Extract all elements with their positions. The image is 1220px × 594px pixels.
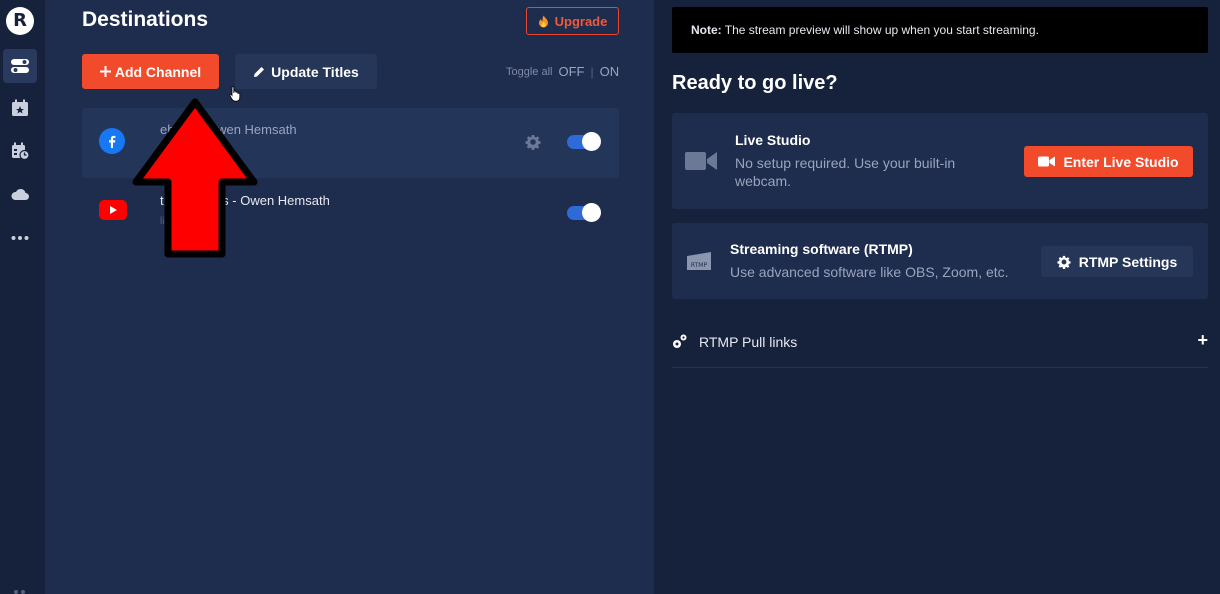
rtmp-description: Use advanced software like OBS, Zoom, et… — [730, 264, 1009, 280]
ready-title: Ready to go live? — [672, 72, 838, 94]
note-text: The stream preview will show up when you… — [721, 23, 1039, 37]
live-studio-title: Live Studio — [735, 132, 811, 148]
toggle-all-off-button[interactable]: OFF — [558, 64, 584, 79]
stream-preview-note: Note: The stream preview will show up wh… — [672, 7, 1208, 53]
video-camera-icon — [685, 152, 717, 170]
enter-live-studio-label: Enter Live Studio — [1063, 153, 1179, 170]
sidebar-item-destinations[interactable] — [3, 49, 37, 83]
more-dots-icon — [11, 236, 29, 240]
sidebar: R — [0, 0, 46, 594]
upgrade-label: Upgrade — [554, 13, 608, 29]
rtmp-pull-links-label: RTMP Pull links — [699, 334, 798, 350]
add-channel-button[interactable]: Add Channel — [82, 54, 219, 89]
page-title: Destinations — [82, 8, 209, 31]
note-label: Note: — [691, 23, 722, 37]
toggle-all-label: Toggle all — [506, 65, 553, 78]
restream-logo[interactable]: R — [6, 7, 34, 35]
sidebar-item-events[interactable] — [3, 91, 37, 125]
go-live-panel: Note: The stream preview will show up wh… — [654, 0, 1220, 594]
rtmp-card: RTMP Streaming software (RTMP) Use advan… — [672, 223, 1208, 299]
facebook-icon — [99, 128, 125, 154]
red-arrow-annotation — [132, 98, 258, 258]
rtmp-title: Streaming software (RTMP) — [730, 241, 913, 257]
channel-toggle[interactable] — [567, 203, 601, 222]
pencil-icon — [254, 66, 265, 77]
sidebar-item-schedule[interactable] — [3, 134, 37, 168]
channel-toggle[interactable] — [567, 132, 601, 151]
help-icon[interactable] — [12, 586, 28, 594]
destinations-panel: Destinations Upgrade Add Channel Update … — [46, 0, 654, 594]
toggles-icon — [11, 59, 29, 73]
calendar-schedule-icon — [12, 142, 30, 161]
rtmp-settings-label: RTMP Settings — [1078, 253, 1178, 270]
plus-icon — [99, 66, 111, 77]
rtmp-settings-button[interactable]: RTMP Settings — [1041, 246, 1193, 277]
toggle-all-control: Toggle all OFF | ON — [506, 64, 619, 79]
cloud-icon — [11, 188, 29, 200]
youtube-icon — [99, 200, 127, 220]
gears-icon — [673, 334, 687, 348]
toggle-all-on-button[interactable]: ON — [600, 64, 620, 79]
rtmp-pull-links-row[interactable]: RTMP Pull links + — [672, 324, 1208, 368]
calendar-star-icon — [12, 99, 28, 116]
gear-icon — [1057, 255, 1071, 269]
live-studio-card: Live Studio No setup required. Use your … — [672, 113, 1208, 209]
enter-live-studio-button[interactable]: Enter Live Studio — [1024, 146, 1193, 177]
fire-icon — [538, 15, 548, 27]
sidebar-item-storage[interactable] — [3, 177, 37, 211]
video-camera-icon — [1038, 156, 1056, 167]
rtmp-software-icon: RTMP — [687, 252, 711, 270]
toggle-separator: | — [590, 64, 594, 79]
upgrade-button[interactable]: Upgrade — [526, 7, 619, 35]
add-channel-label: Add Channel — [114, 63, 202, 80]
expand-plus-icon[interactable]: + — [1197, 330, 1208, 351]
gear-icon[interactable] — [525, 134, 541, 150]
update-titles-label: Update Titles — [271, 63, 359, 80]
hand-cursor-icon — [229, 86, 241, 102]
rtmp-icon-text: RTMP — [691, 262, 708, 269]
live-studio-description: No setup required. Use your built-in web… — [735, 155, 956, 189]
update-titles-button[interactable]: Update Titles — [235, 54, 377, 89]
sidebar-item-more[interactable] — [3, 221, 37, 255]
